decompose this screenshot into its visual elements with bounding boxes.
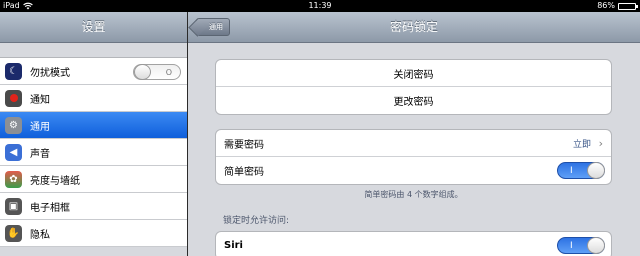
- sidebar-item-privacy[interactable]: ✋ 隐私: [0, 220, 187, 247]
- sidebar-item-label: 声音: [30, 148, 50, 160]
- toggle-state-text: O: [165, 67, 172, 77]
- row-label: Siri: [224, 240, 243, 251]
- require-passcode-row[interactable]: 需要密码 立即 ›: [216, 130, 611, 157]
- sidebar-menu: ☾ 勿扰模式 O 通知 ⚙ 通用 ◀ 声音 ✿ 亮度与墙纸 ▣ 电子相框 ✋ 隐…: [0, 57, 187, 247]
- simple-passcode-row: 简单密码 I: [216, 157, 611, 184]
- battery-percent: 86%: [597, 1, 615, 10]
- detail-navbar: 通用 密码锁定: [188, 12, 640, 43]
- status-bar: iPad 11:39 86%: [0, 0, 640, 12]
- battery-icon: [618, 2, 638, 10]
- status-time: 11:39: [308, 1, 332, 10]
- toggle-knob: [587, 162, 605, 179]
- row-label: 关闭密码: [393, 69, 434, 81]
- sidebar-item-label: 电子相框: [30, 202, 70, 214]
- do-not-disturb-toggle[interactable]: O: [133, 64, 181, 80]
- row-label: 简单密码: [224, 167, 264, 178]
- simple-passcode-note: 简单密码由 4 个数字组成。: [364, 190, 463, 199]
- passcode-actions-group: 关闭密码 更改密码: [215, 59, 612, 115]
- sidebar-item-do-not-disturb[interactable]: ☾ 勿扰模式 O: [0, 58, 187, 85]
- row-label: 更改密码: [393, 97, 434, 108]
- passcode-options-group: 需要密码 立即 › 简单密码 I: [215, 129, 612, 185]
- siri-toggle[interactable]: I: [557, 237, 605, 254]
- status-right: 86%: [597, 0, 638, 12]
- allow-access-label: 锁定时允许访问:: [223, 216, 290, 226]
- sidebar-item-label: 隐私: [30, 229, 50, 241]
- sidebar-item-label: 通知: [30, 94, 50, 106]
- gear-icon: ⚙: [5, 116, 22, 134]
- toggle-knob: [134, 64, 151, 80]
- siri-row: Siri I: [216, 232, 611, 256]
- row-label: 需要密码: [224, 139, 264, 151]
- change-passcode-button[interactable]: 更改密码: [216, 87, 611, 114]
- sidebar-item-brightness-wallpaper[interactable]: ✿ 亮度与墙纸: [0, 166, 187, 193]
- toggle-knob: [587, 237, 605, 254]
- simple-passcode-toggle[interactable]: I: [557, 162, 605, 179]
- speaker-icon: ◀: [5, 143, 22, 161]
- sidebar-title: 设置: [0, 12, 187, 43]
- sidebar-item-picture-frame[interactable]: ▣ 电子相框: [0, 193, 187, 220]
- sidebar-item-sounds[interactable]: ◀ 声音: [0, 139, 187, 166]
- picture-frame-icon: ▣: [5, 197, 22, 215]
- sidebar-item-label: 通用: [30, 121, 50, 133]
- page-title: 密码锁定: [389, 20, 438, 34]
- settings-sidebar: 设置 ☾ 勿扰模式 O 通知 ⚙ 通用 ◀ 声音 ✿ 亮度与墙纸 ▣ 电子相框 …: [0, 12, 187, 256]
- sidebar-item-general[interactable]: ⚙ 通用: [0, 112, 187, 139]
- toggle-state-text: I: [570, 240, 573, 251]
- lock-access-group: Siri I: [215, 231, 612, 256]
- sidebar-item-notifications[interactable]: 通知: [0, 85, 187, 112]
- require-passcode-value: 立即: [572, 139, 591, 150]
- hand-icon: ✋: [5, 224, 22, 242]
- chevron-right-icon: ›: [598, 136, 603, 150]
- moon-icon: ☾: [5, 62, 22, 80]
- sidebar-item-label: 亮度与墙纸: [30, 175, 80, 187]
- brightness-icon: ✿: [5, 170, 22, 188]
- toggle-state-text: I: [570, 165, 573, 176]
- notifications-icon: [5, 89, 22, 107]
- back-button[interactable]: 通用: [196, 18, 230, 36]
- turn-passcode-off-button[interactable]: 关闭密码: [216, 60, 611, 87]
- sidebar-item-label: 勿扰模式: [30, 67, 70, 79]
- passcode-lock-pane: 通用 密码锁定 关闭密码 更改密码 需要密码 立即 › 简单密码 I 简单密码由…: [188, 12, 640, 256]
